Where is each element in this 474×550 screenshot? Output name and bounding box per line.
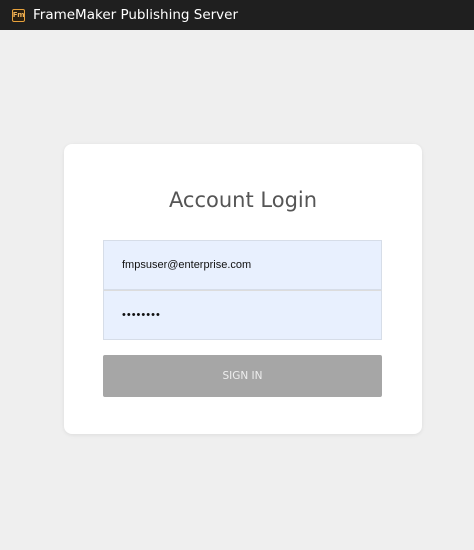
login-card: Account Login fmpsuser@enterprise.com ••… <box>64 144 422 434</box>
email-value: fmpsuser@enterprise.com <box>122 259 252 271</box>
app-title: FrameMaker Publishing Server <box>33 7 239 23</box>
password-field[interactable]: •••••••• <box>103 290 382 340</box>
password-value: •••••••• <box>122 309 161 321</box>
framemaker-app-icon: Fm <box>12 8 25 22</box>
email-field[interactable]: fmpsuser@enterprise.com <box>103 240 382 290</box>
app-header: Fm FrameMaker Publishing Server <box>0 0 474 30</box>
login-title: Account Login <box>168 188 318 212</box>
sign-in-button[interactable]: SIGN IN <box>103 355 382 397</box>
